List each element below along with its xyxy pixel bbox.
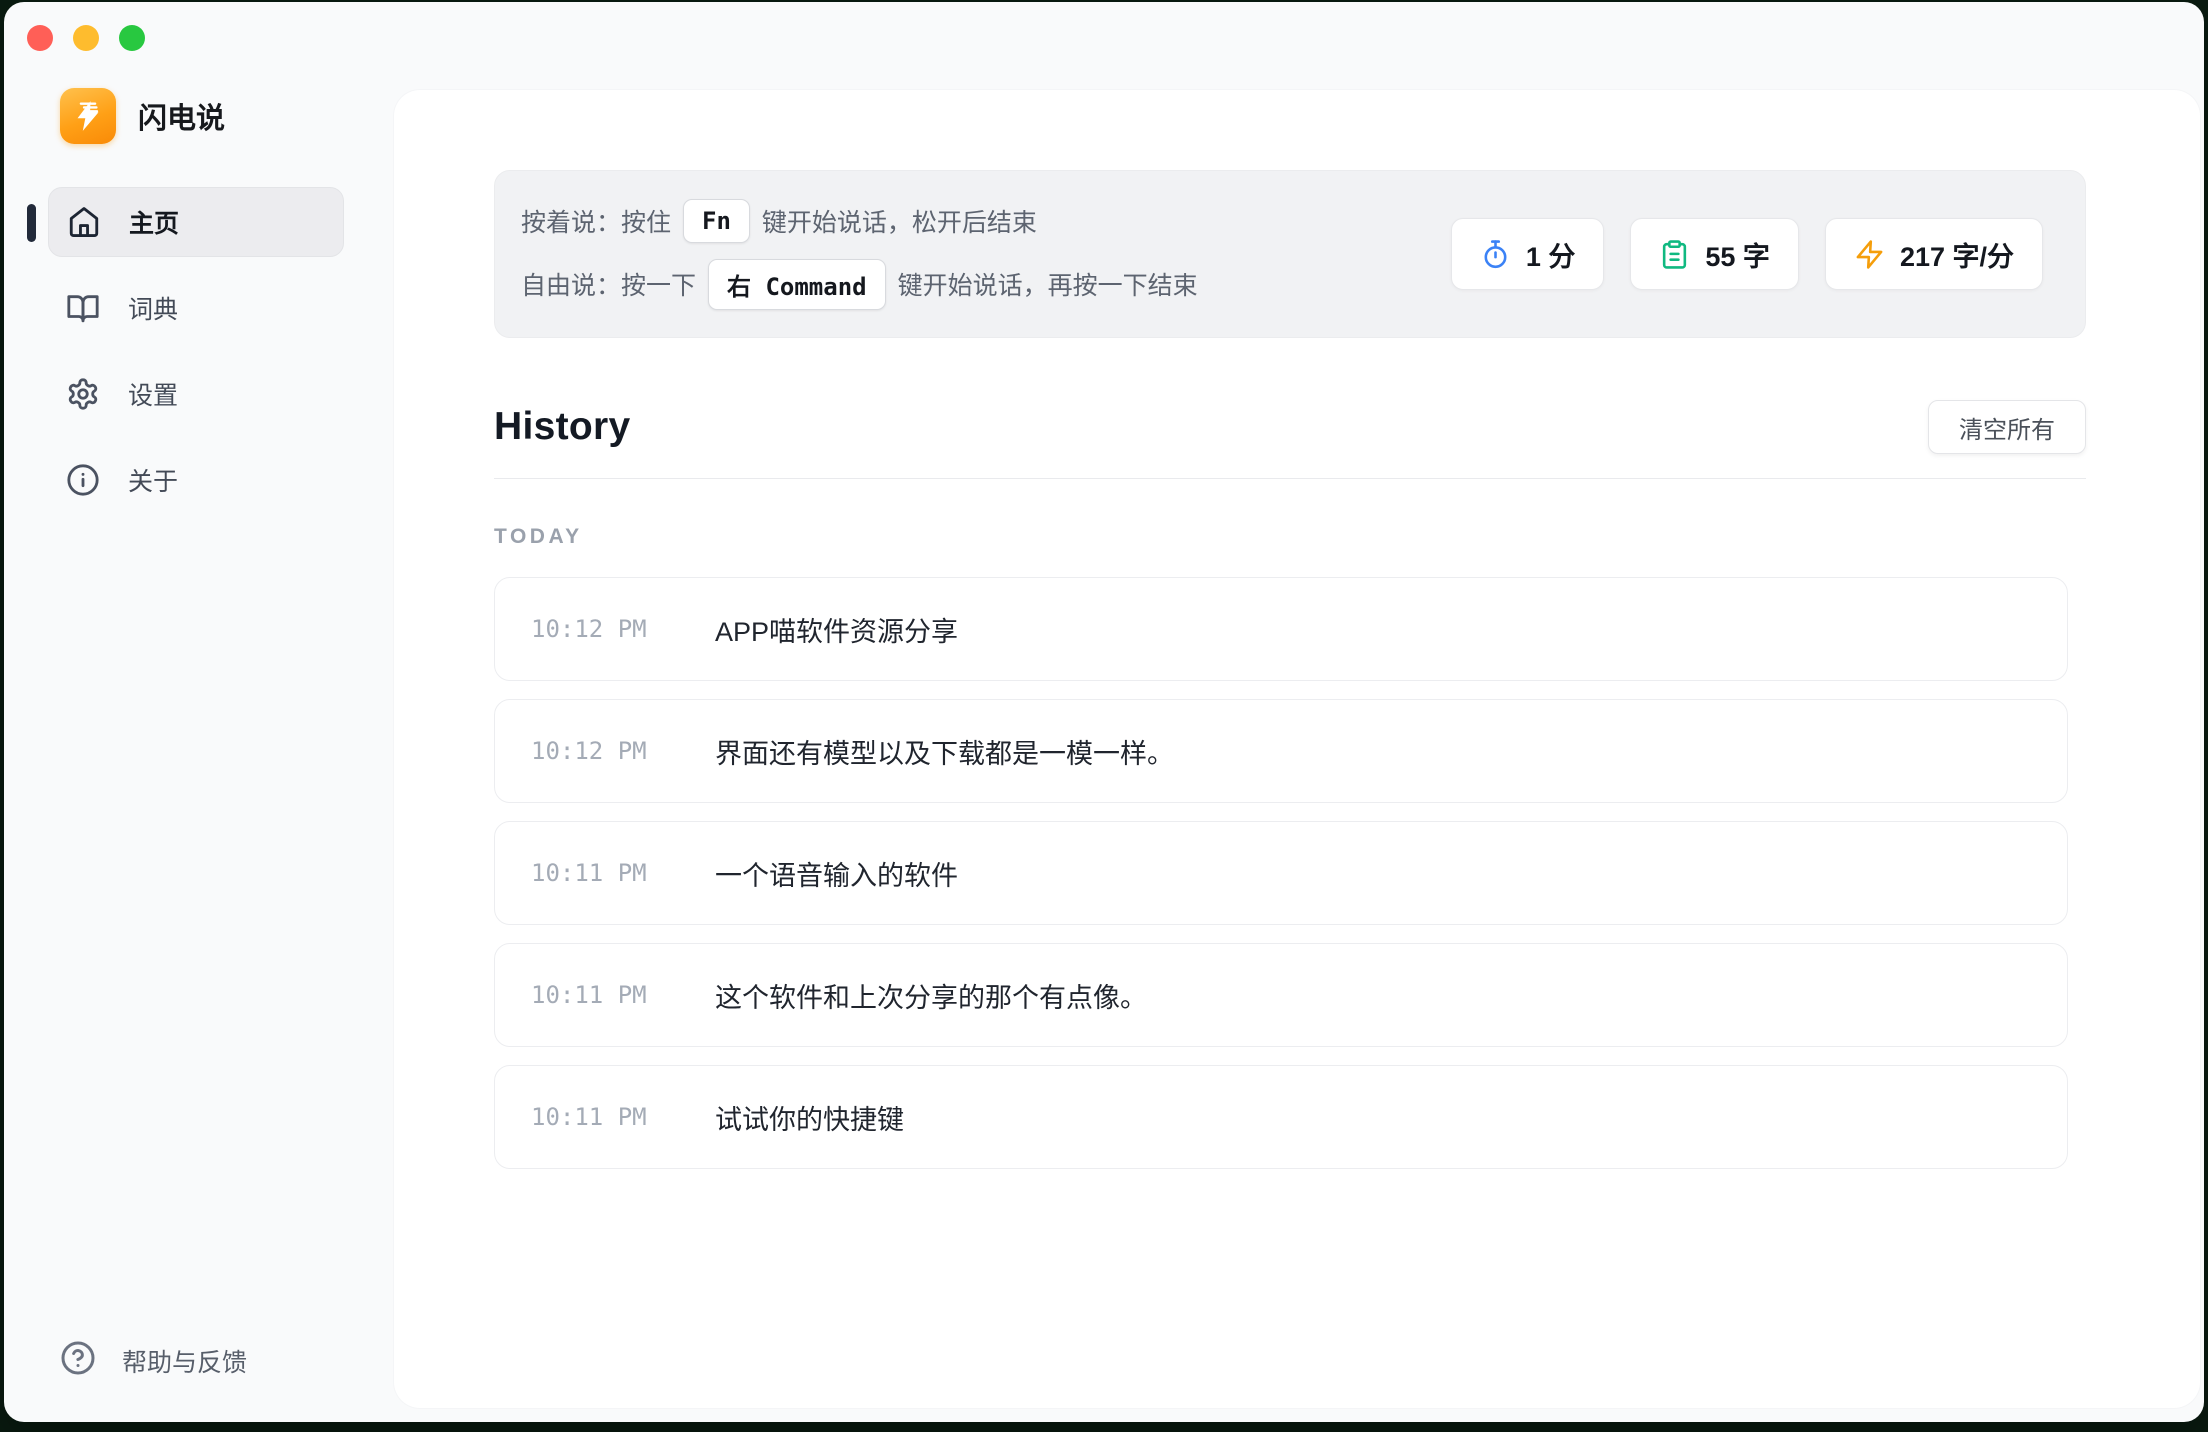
stats-group: 1 分 55 字 bbox=[1451, 218, 2043, 290]
history-item[interactable]: 10:11 PM 一个语音输入的软件 bbox=[494, 821, 2068, 925]
history-item[interactable]: 10:11 PM 这个软件和上次分享的那个有点像。 bbox=[494, 943, 2068, 1047]
home-icon bbox=[67, 205, 101, 239]
stat-duration: 1 分 bbox=[1451, 218, 1605, 290]
active-indicator bbox=[27, 204, 36, 242]
stat-speed: 217 字/分 bbox=[1825, 218, 2043, 290]
history-item-time: 10:11 PM bbox=[531, 859, 683, 887]
hotkey-line-hold: 按着说：按住 Fn 键开始说话，松开后结束 bbox=[521, 199, 1198, 243]
history-item-text: 一个语音输入的软件 bbox=[715, 854, 958, 893]
info-icon bbox=[66, 463, 100, 497]
history-item-time: 10:11 PM bbox=[531, 981, 683, 1009]
history-title: History bbox=[494, 405, 630, 449]
sidebar-item-dictionary[interactable]: 词典 bbox=[48, 273, 344, 343]
stat-word-count-value: 55 字 bbox=[1705, 235, 1770, 274]
sidebar-item-about[interactable]: 关于 bbox=[48, 445, 344, 515]
app-logo-icon bbox=[60, 88, 116, 144]
history-item-time: 10:12 PM bbox=[531, 737, 683, 765]
gear-icon bbox=[66, 377, 100, 411]
history-item-time: 10:11 PM bbox=[531, 1103, 683, 1131]
app-title: 闪电说 bbox=[138, 95, 225, 137]
sidebar-item-label: 设置 bbox=[128, 376, 178, 412]
history-item[interactable]: 10:12 PM 界面还有模型以及下载都是一模一样。 bbox=[494, 699, 2068, 803]
question-icon bbox=[60, 1340, 96, 1381]
hotkey-suffix: 键开始说话，松开后结束 bbox=[762, 203, 1037, 239]
stat-speed-value: 217 字/分 bbox=[1900, 235, 2014, 274]
sidebar-item-label: 词典 bbox=[128, 290, 178, 326]
clear-all-button[interactable]: 清空所有 bbox=[1928, 400, 2086, 454]
hotkey-suffix: 键开始说话，再按一下结束 bbox=[898, 266, 1198, 302]
hotkey-prefix: 自由说：按一下 bbox=[521, 266, 696, 302]
screen: 闪电说 主页 bbox=[0, 0, 2208, 1432]
history-item[interactable]: 10:12 PM APP喵软件资源分享 bbox=[494, 577, 2068, 681]
history-item-time: 10:12 PM bbox=[531, 615, 683, 643]
header-divider bbox=[494, 478, 2086, 479]
main-panel: 按着说：按住 Fn 键开始说话，松开后结束 自由说：按一下 右 Command … bbox=[394, 90, 2200, 1408]
stopwatch-icon bbox=[1480, 239, 1511, 270]
fn-keycap: Fn bbox=[683, 199, 750, 243]
sidebar-nav: 主页 词典 bbox=[48, 187, 344, 531]
history-item-text: 这个软件和上次分享的那个有点像。 bbox=[715, 976, 1147, 1015]
right-command-keycap: 右 Command bbox=[708, 259, 886, 310]
help-feedback-link[interactable]: 帮助与反馈 bbox=[60, 1340, 247, 1381]
history-header: History 清空所有 bbox=[494, 400, 2086, 454]
history-item-text: 界面还有模型以及下载都是一模一样。 bbox=[715, 732, 1174, 771]
hotkey-line-toggle: 自由说：按一下 右 Command 键开始说话，再按一下结束 bbox=[521, 259, 1198, 310]
history-item-text: APP喵软件资源分享 bbox=[715, 610, 958, 649]
hotkey-prefix: 按着说：按住 bbox=[521, 203, 671, 239]
history-item-text: 试试你的快捷键 bbox=[715, 1098, 904, 1137]
history-group-label: TODAY bbox=[494, 525, 2086, 549]
app-window: 闪电说 主页 bbox=[4, 2, 2204, 1422]
sidebar-item-label: 关于 bbox=[128, 462, 178, 498]
hotkey-lines: 按着说：按住 Fn 键开始说话，松开后结束 自由说：按一下 右 Command … bbox=[521, 199, 1198, 310]
stat-word-count: 55 字 bbox=[1630, 218, 1799, 290]
clipboard-icon bbox=[1659, 239, 1690, 270]
book-icon bbox=[66, 291, 100, 325]
app-brand: 闪电说 bbox=[60, 88, 225, 144]
hotkey-instruction-box: 按着说：按住 Fn 键开始说话，松开后结束 自由说：按一下 右 Command … bbox=[494, 170, 2086, 338]
lightning-icon bbox=[1854, 239, 1885, 270]
history-item[interactable]: 10:11 PM 试试你的快捷键 bbox=[494, 1065, 2068, 1169]
help-feedback-label: 帮助与反馈 bbox=[122, 1343, 247, 1379]
history-list: 10:12 PM APP喵软件资源分享 10:12 PM 界面还有模型以及下载都… bbox=[494, 577, 2086, 1169]
sidebar-item-settings[interactable]: 设置 bbox=[48, 359, 344, 429]
stat-duration-value: 1 分 bbox=[1526, 235, 1576, 274]
sidebar-item-label: 主页 bbox=[129, 204, 179, 240]
sidebar: 闪电说 主页 bbox=[4, 2, 394, 1422]
sidebar-item-home[interactable]: 主页 bbox=[48, 187, 344, 257]
